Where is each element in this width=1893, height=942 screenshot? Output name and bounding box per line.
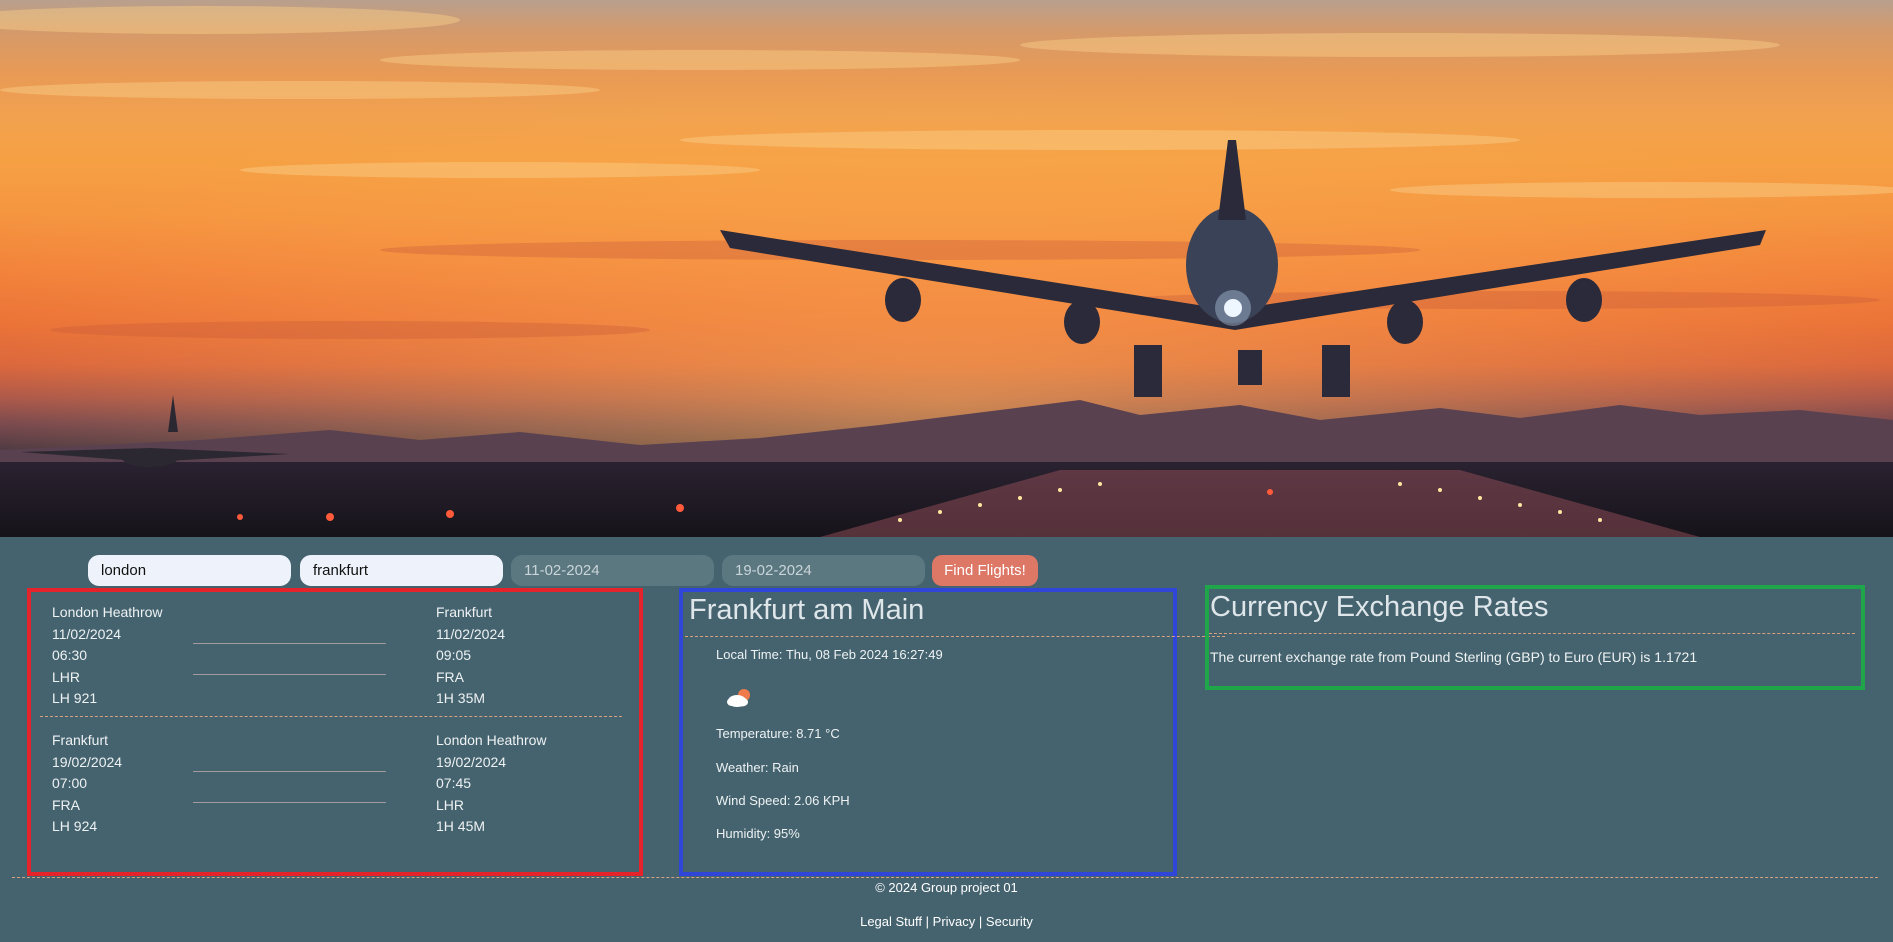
route-line <box>193 643 386 644</box>
flight-number: LH 924 <box>52 818 98 834</box>
security-link[interactable]: Security <box>986 914 1033 929</box>
exchange-rate-text: The current exchange rate from Pound Ste… <box>1210 649 1698 665</box>
arrival-time: 09:05 <box>436 647 472 663</box>
privacy-link[interactable]: Privacy <box>933 914 976 929</box>
footer-links: Legal Stuff | Privacy | Security <box>0 914 1893 929</box>
weather-panel: Frankfurt am Main Local Time: Thu, 08 Fe… <box>679 588 1225 876</box>
cloud-sun-icon <box>725 687 755 714</box>
leg-divider <box>40 716 622 717</box>
departure-date: 19/02/2024 <box>52 753 123 770</box>
depart-date-input[interactable] <box>511 555 714 586</box>
humidity: Humidity: 95% <box>716 826 800 841</box>
departure-time: 06:30 <box>52 647 88 663</box>
currency-panel: Currency Exchange Rates The current exch… <box>1205 585 1865 690</box>
origin-airport: Frankfurt <box>52 732 109 748</box>
footer-separator: | <box>978 914 983 929</box>
route-line <box>193 674 386 675</box>
destination-airport: London Heathrow <box>436 732 547 748</box>
route-line <box>193 771 386 772</box>
departure-date: 11/02/2024 <box>52 625 122 642</box>
arrival-time: 07:45 <box>436 775 472 791</box>
footer-separator: | <box>925 914 930 929</box>
hero-sunset-airplane-image <box>0 0 1893 537</box>
hero-illustration <box>0 0 1893 537</box>
return-date-input[interactable] <box>722 555 925 586</box>
title-divider <box>685 636 1225 637</box>
title-divider <box>1209 633 1855 634</box>
footer-copyright: © 2024 Group project 01 <box>875 880 1018 895</box>
departure-time: 07:00 <box>52 775 88 791</box>
flight-duration: 1H 35M <box>436 690 486 706</box>
origin-code: LHR <box>52 668 81 685</box>
outbound-leg: London Heathrow 11/02/2024 06:30 LHR LH … <box>31 602 639 722</box>
route-line <box>193 802 386 803</box>
origin-code: FRA <box>52 796 80 813</box>
flight-number: LH 921 <box>52 690 98 706</box>
flights-panel: London Heathrow 11/02/2024 06:30 LHR LH … <box>27 588 643 876</box>
footer-divider <box>12 877 1878 878</box>
find-flights-button[interactable]: Find Flights! <box>932 555 1038 586</box>
inbound-leg: Frankfurt 19/02/2024 07:00 FRA LH 924 Lo… <box>31 730 639 850</box>
origin-input[interactable] <box>88 555 291 586</box>
flight-duration: 1H 45M <box>436 818 486 834</box>
destination-code: LHR <box>436 796 465 813</box>
origin-airport: London Heathrow <box>52 604 163 620</box>
currency-title: Currency Exchange Rates <box>1210 591 1549 623</box>
wind-speed: Wind Speed: 2.06 KPH <box>716 793 850 808</box>
destination-airport: Frankfurt <box>436 604 493 620</box>
legal-link[interactable]: Legal Stuff <box>860 914 922 929</box>
local-time: Local Time: Thu, 08 Feb 2024 16:27:49 <box>716 647 943 662</box>
city-title: Frankfurt am Main <box>689 594 925 626</box>
arrival-date: 11/02/2024 <box>436 625 506 642</box>
weather-condition: Weather: Rain <box>716 760 799 775</box>
temperature: Temperature: 8.71 °C <box>716 726 840 741</box>
destination-code: FRA <box>436 668 464 685</box>
destination-input[interactable] <box>300 555 503 586</box>
arrival-date: 19/02/2024 <box>436 753 507 770</box>
